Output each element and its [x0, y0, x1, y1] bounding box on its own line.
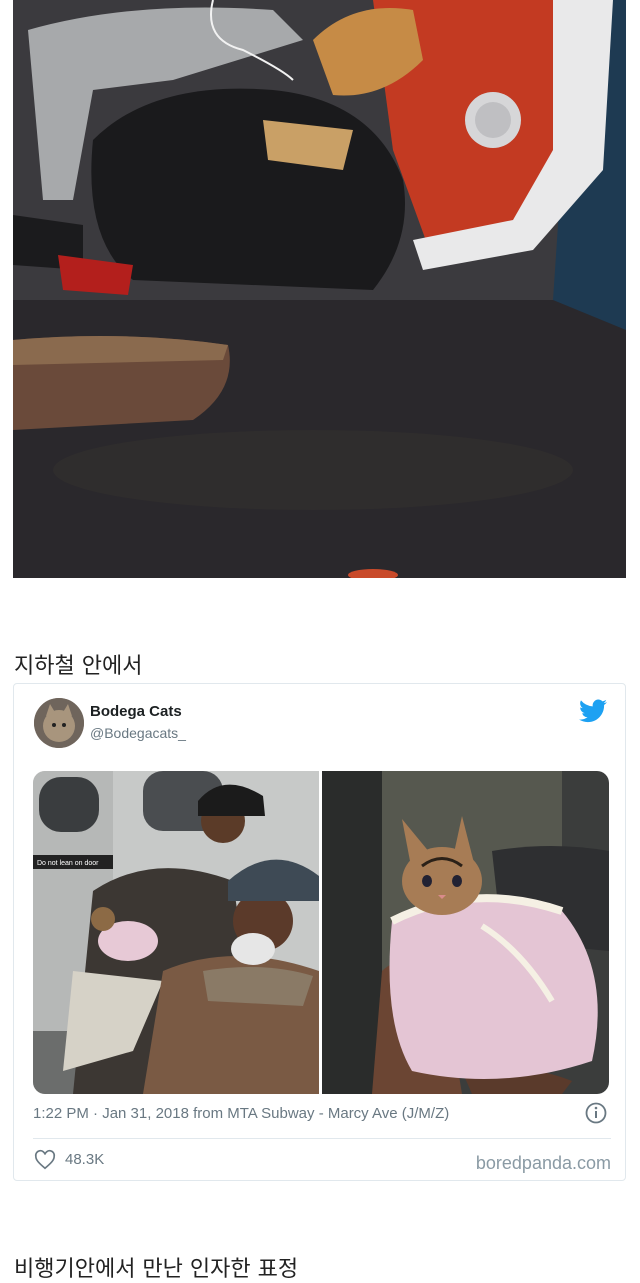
tweet-author-handle[interactable]: @Bodegacats_	[90, 725, 186, 741]
heart-icon[interactable]	[34, 1149, 56, 1171]
door-sign: Do not lean on door	[37, 860, 99, 867]
tweet-timestamp-location[interactable]: 1:22 PM · Jan 31, 2018 from MTA Subway -…	[33, 1105, 449, 1122]
tweet-author-name[interactable]: Bodega Cats	[90, 703, 182, 720]
tweet-media[interactable]: Do not lean on door	[33, 771, 609, 1094]
source-watermark: boredpanda.com	[475, 1153, 611, 1173]
tweet-card[interactable]: Bodega Cats @Bodegacats_ Do not lean on …	[13, 683, 626, 1181]
caption-subway: 지하철 안에서	[14, 654, 143, 679]
twitter-bird-icon[interactable]	[579, 699, 607, 723]
top-photo	[13, 0, 626, 578]
avatar[interactable]	[34, 698, 84, 748]
subway-men-photo[interactable]: Do not lean on door	[33, 771, 319, 1094]
info-icon[interactable]	[585, 1102, 607, 1124]
caption-airplane: 비행기안에서 만난 인자한 표정	[14, 1257, 299, 1282]
airplane-seat-illustration	[13, 0, 626, 578]
like-count: 48.3K	[65, 1151, 105, 1168]
kitten-blanket-photo[interactable]	[322, 771, 609, 1094]
tweet-divider	[33, 1138, 611, 1139]
